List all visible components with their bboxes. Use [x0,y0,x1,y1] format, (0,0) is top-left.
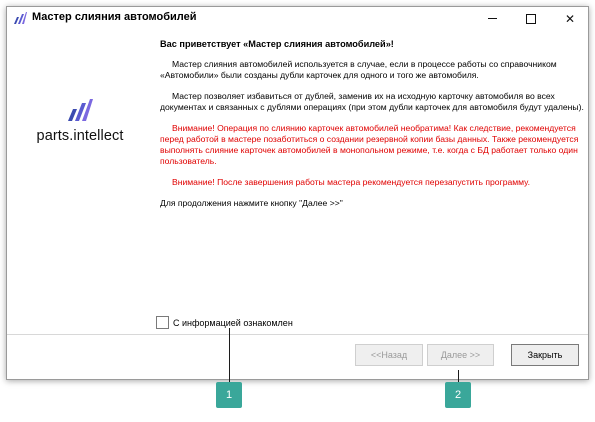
brand-name: parts.intellect [36,128,124,144]
continue-hint: Для продолжения нажмите кнопку "Далее >>… [160,198,343,208]
merge-wizard-window: Мастер слияния автомобилей ✕ parts.intel… [6,6,589,380]
close-icon: ✕ [564,11,576,26]
callout-line-2 [458,370,459,382]
minimize-button[interactable] [473,7,511,30]
minimize-icon [487,18,497,19]
app-logo-icon [14,12,27,24]
agreement-label[interactable]: С информацией ознакомлен [173,318,293,328]
callout-badge-1: 1 [216,382,242,408]
brand-logo: parts.intellect [19,99,141,144]
footer-separator [7,334,588,335]
maximize-icon [526,13,536,24]
brand-mark-icon [68,99,93,121]
description-paragraph-2: Мастер позволяет избавиться от дублей, з… [160,91,584,112]
next-button[interactable]: Далее >> [427,344,494,366]
back-button[interactable]: <<Назад [355,344,423,366]
agreement-checkbox[interactable]: С информацией ознакомлен [156,316,293,329]
description-paragraph-1: Мастер слияния автомобилей используется … [160,59,557,80]
close-window-button[interactable]: ✕ [551,7,589,30]
wizard-content: Вас приветствует «Мастер слияния автомоб… [160,39,585,219]
window-title: Мастер слияния автомобилей [32,11,197,23]
title-bar: Мастер слияния автомобилей ✕ [7,7,588,30]
callout-line-1 [229,328,230,382]
warning-paragraph-2: Внимание! После завершения работы мастер… [172,177,530,187]
close-button[interactable]: Закрыть [511,344,579,366]
checkbox-box[interactable] [156,316,169,329]
maximize-button[interactable] [512,7,550,30]
warning-paragraph-1: Внимание! Операция по слиянию карточек а… [160,123,579,166]
callout-badge-2: 2 [445,382,471,408]
wizard-heading: Вас приветствует «Мастер слияния автомоб… [160,39,394,49]
